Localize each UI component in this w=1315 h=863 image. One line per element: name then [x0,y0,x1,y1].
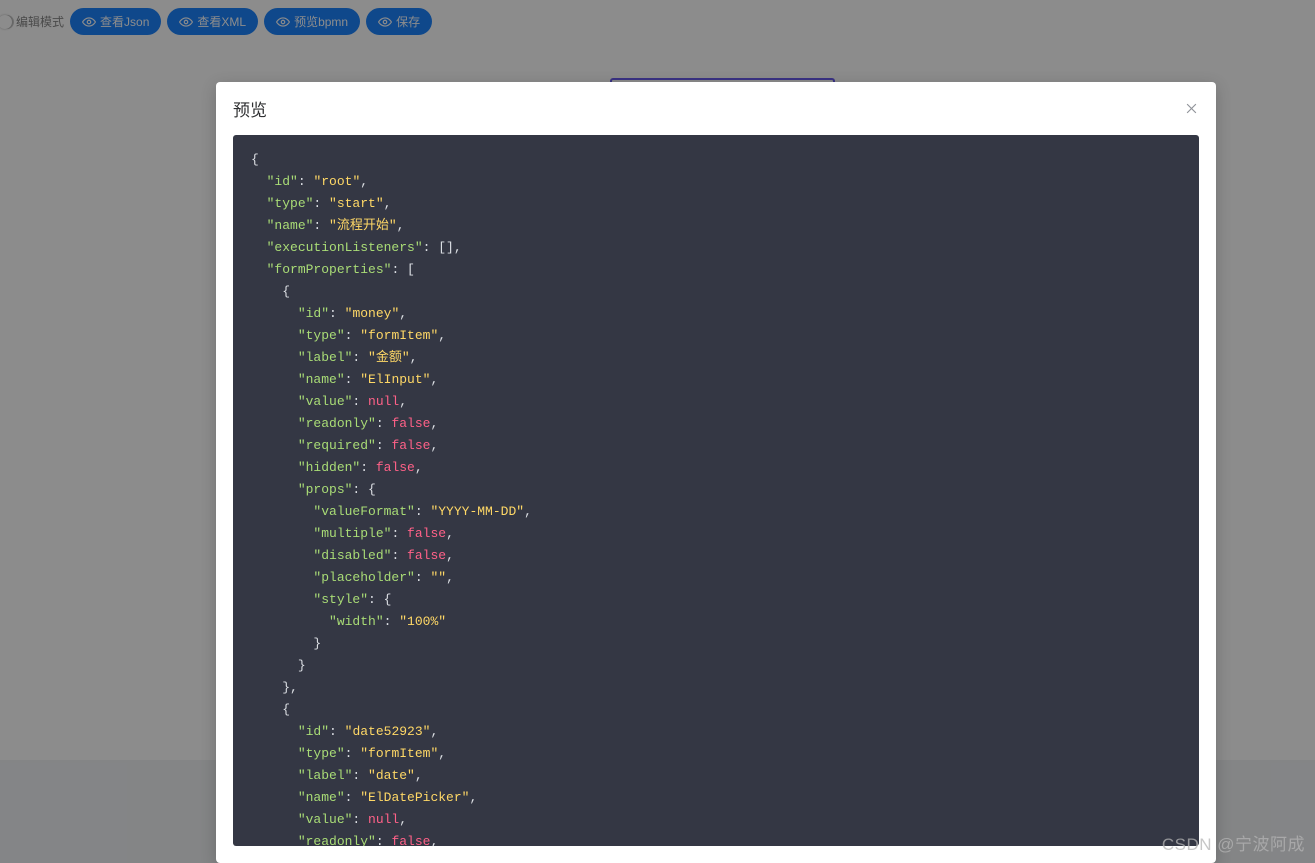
preview-dialog: 预览 { "id": "root", "type": "start", "nam… [216,82,1216,863]
json-code: { "id": "root", "type": "start", "name":… [251,149,1181,846]
close-icon[interactable] [1183,101,1199,117]
dialog-body: { "id": "root", "type": "start", "name":… [216,135,1216,863]
watermark: CSDN @宁波阿成 [1162,830,1305,855]
dialog-header: 预览 [216,82,1216,135]
code-container: { "id": "root", "type": "start", "name":… [233,135,1199,846]
code-scroll[interactable]: { "id": "root", "type": "start", "name":… [233,135,1199,846]
dialog-title: 预览 [233,96,267,121]
